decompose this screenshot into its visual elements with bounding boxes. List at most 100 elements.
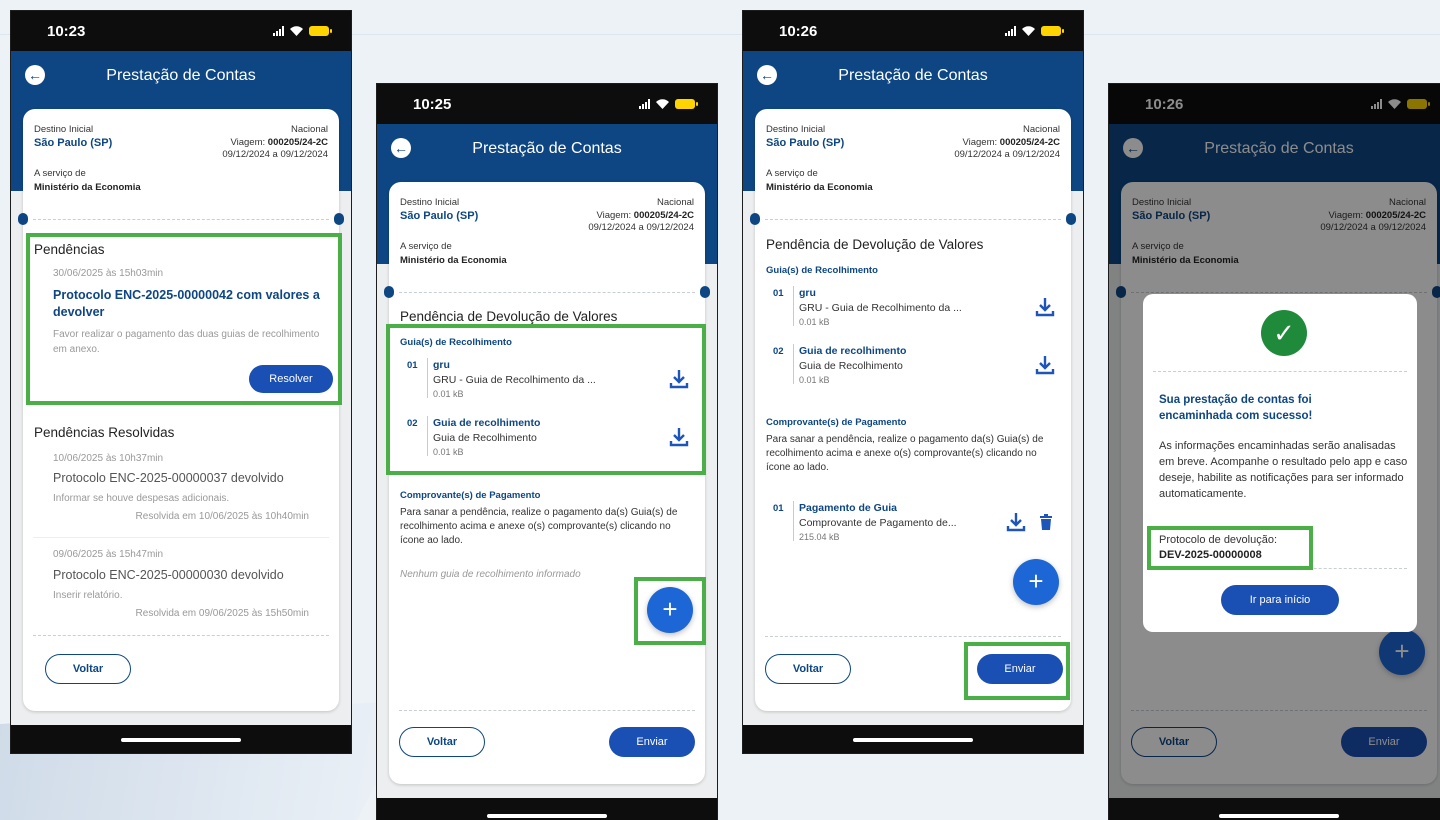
status-icons: [639, 99, 698, 109]
servico-value: Ministério da Economia: [766, 182, 873, 193]
signal-icon: [273, 26, 284, 36]
home-indicator[interactable]: [487, 814, 607, 818]
phone-screen-sucesso: 10:26 ← Prestação de Contas Destino Inic…: [1108, 83, 1440, 820]
perforation-divider: [399, 292, 695, 293]
battery-icon: [675, 99, 698, 109]
page-title: Prestação de Contas: [472, 140, 622, 157]
destino-value: São Paulo (SP): [34, 137, 113, 149]
download-icon[interactable]: [1034, 296, 1056, 318]
trip-dates: 09/12/2024 a 09/12/2024: [588, 222, 694, 233]
battery-icon: [1041, 26, 1064, 36]
main-card: Destino Inicial São Paulo (SP) Nacional …: [18, 109, 344, 711]
highlight-box: [1147, 526, 1313, 570]
resolvida-date: 10/06/2025 às 10h37min: [53, 453, 164, 464]
download-icon[interactable]: [1034, 354, 1056, 376]
battery-icon: [309, 26, 332, 36]
servico-value: Ministério da Economia: [400, 255, 507, 266]
perforation-divider: [765, 636, 1061, 637]
ir-para-inicio-button[interactable]: Ir para início: [1221, 585, 1339, 615]
enviar-button[interactable]: Enviar: [609, 727, 695, 757]
phone-screen-pendencias: 10:23 ← Prestação de Contas Destino Inic…: [10, 10, 352, 754]
guia-desc: Guia de Recolhimento: [799, 360, 903, 372]
card-notch: [334, 213, 344, 225]
download-icon[interactable]: [1005, 511, 1027, 533]
page-title: Prestação de Contas: [838, 67, 988, 84]
comprovante-desc: Comprovante de Pagamento de...: [799, 517, 957, 529]
status-bar: 10:23: [11, 11, 351, 51]
guia-number: 01: [773, 288, 784, 299]
trip-info: Destino Inicial São Paulo (SP) Nacional …: [23, 109, 339, 219]
servico-label: A serviço de: [34, 168, 86, 179]
card-notch: [700, 286, 710, 298]
guia-bar: [793, 344, 794, 384]
destino-value: São Paulo (SP): [400, 210, 479, 222]
highlight-box: [634, 577, 706, 645]
resolvida-title: Protocolo ENC-2025-00000037 devolvido: [53, 471, 284, 485]
viagem-number: Viagem: 000205/24-2C: [596, 210, 694, 221]
destino-value: São Paulo (SP): [766, 137, 845, 149]
divider: [33, 537, 329, 538]
instructions-text: Para sanar a pendência, realize o pagame…: [766, 434, 1044, 473]
card-notch: [750, 213, 760, 225]
add-comprovante-button[interactable]: +: [1013, 559, 1059, 605]
trip-type: Nacional: [291, 124, 328, 135]
home-bar-area: [1109, 798, 1440, 820]
comprovante-bar: [793, 501, 794, 541]
status-time: 10:23: [47, 23, 86, 40]
voltar-button[interactable]: Voltar: [765, 654, 851, 684]
signal-icon: [1005, 26, 1016, 36]
guia-number: 02: [773, 346, 784, 357]
trip-dates: 09/12/2024 a 09/12/2024: [954, 149, 1060, 160]
highlight-box: [964, 642, 1070, 700]
guia-size: 0.01 kB: [799, 375, 830, 385]
guia-bar: [793, 286, 794, 326]
home-bar-area: [377, 798, 717, 820]
page-title: Prestação de Contas: [106, 67, 256, 84]
voltar-button[interactable]: Voltar: [399, 727, 485, 757]
guia-name: gru: [799, 287, 816, 299]
card-notch: [384, 286, 394, 298]
voltar-button[interactable]: Voltar: [45, 654, 131, 684]
destino-label: Destino Inicial: [400, 197, 460, 208]
home-indicator[interactable]: [121, 738, 241, 742]
instructions-text: Para sanar a pendência, realize o pagame…: [400, 507, 678, 546]
trip-info: Destino Inicial São Paulo (SP) Nacional …: [389, 182, 705, 292]
servico-label: A serviço de: [766, 168, 818, 179]
section-title: Pendência de Devolução de Valores: [400, 309, 618, 324]
modal-body: As informações encaminhadas serão analis…: [1159, 440, 1408, 500]
status-time: 10:25: [413, 96, 452, 113]
modal-title: Sua prestação de contas foi encaminhada …: [1159, 394, 1313, 422]
guias-label: Guia(s) de Recolhimento: [766, 265, 878, 276]
trip-type: Nacional: [657, 197, 694, 208]
guia-name: Guia de recolhimento: [799, 345, 907, 357]
trash-icon[interactable]: [1039, 514, 1053, 530]
resolvida-date: 09/06/2025 às 15h47min: [53, 549, 164, 560]
wifi-icon: [1022, 26, 1035, 36]
status-time: 10:26: [779, 23, 818, 40]
trip-type: Nacional: [1023, 124, 1060, 135]
destino-label: Destino Inicial: [34, 124, 94, 135]
perforation-divider: [33, 219, 329, 220]
servico-label: A serviço de: [400, 241, 452, 252]
card-notch: [18, 213, 28, 225]
main-card: Destino Inicial São Paulo (SP) Nacional …: [750, 109, 1076, 711]
comprovante-size: 215.04 kB: [799, 532, 840, 542]
empty-state-text: Nenhum guia de recolhimento informado: [400, 569, 581, 580]
resolvida-status: Resolvida em 10/06/2025 às 10h40min: [135, 511, 309, 522]
comprovante-number: 01: [773, 503, 784, 514]
home-indicator[interactable]: [1219, 814, 1339, 818]
resolvida-note: Inserir relatório.: [53, 590, 123, 601]
guia-desc: GRU - Guia de Recolhimento da ...: [799, 302, 962, 314]
trip-info: Destino Inicial São Paulo (SP) Nacional …: [755, 109, 1071, 219]
guia-size: 0.01 kB: [799, 317, 830, 327]
home-indicator[interactable]: [853, 738, 973, 742]
success-modal: ✓ Sua prestação de contas foi encaminhad…: [1143, 294, 1417, 632]
destino-label: Destino Inicial: [766, 124, 826, 135]
servico-value: Ministério da Economia: [34, 182, 141, 193]
home-bar-area: [743, 725, 1083, 753]
status-bar: 10:26: [743, 11, 1083, 51]
comprovante-name: Pagamento de Guia: [799, 502, 898, 514]
perforation-divider: [1153, 371, 1407, 372]
resolvida-note: Informar se houve despesas adicionais.: [53, 493, 230, 504]
check-circle-icon: ✓: [1261, 310, 1307, 356]
